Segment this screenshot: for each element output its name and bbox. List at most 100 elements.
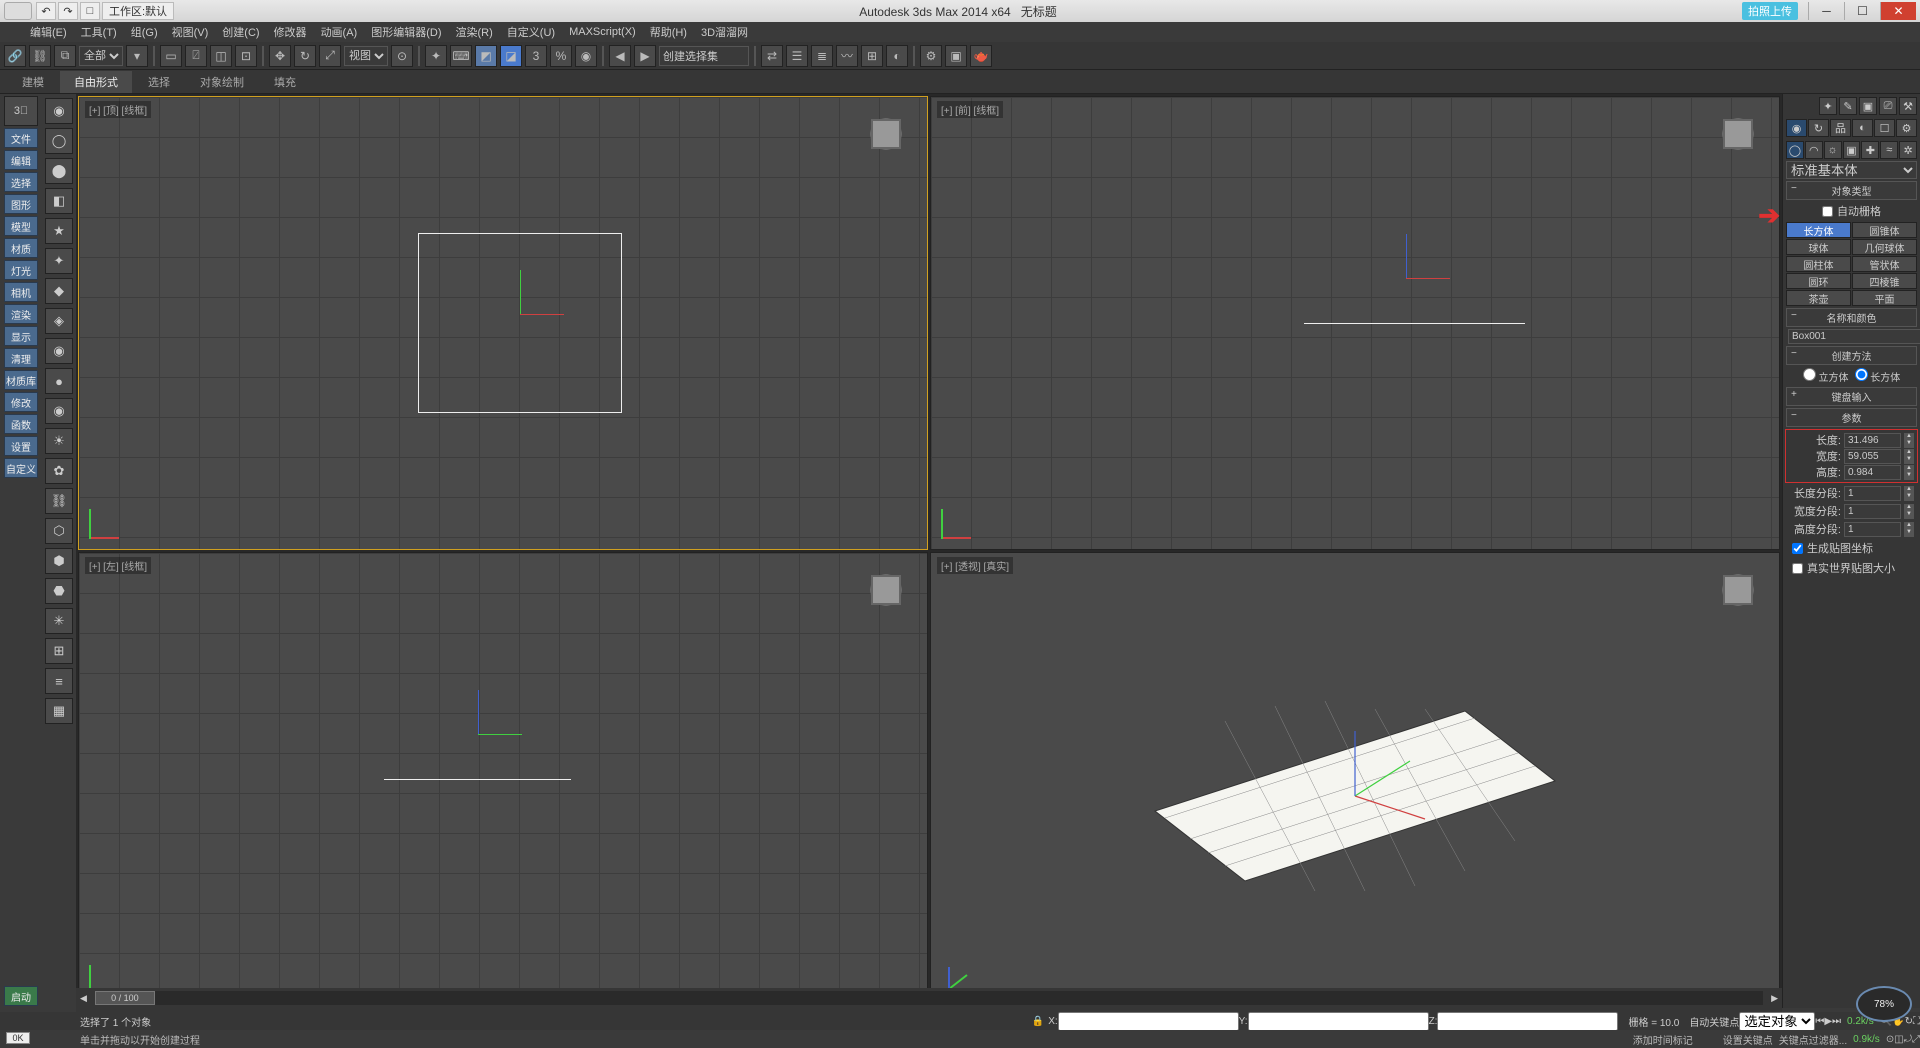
- tool-icon[interactable]: ⬤: [45, 158, 73, 184]
- nav-minmax-icon[interactable]: ⤢: [1912, 1034, 1920, 1045]
- play-prev-icon[interactable]: ⏮: [1815, 1016, 1824, 1027]
- monitor-icon[interactable]: ⎚: [1879, 97, 1897, 115]
- link-icon[interactable]: 🔗: [4, 45, 26, 67]
- time-thumb[interactable]: 0 / 100: [95, 991, 155, 1005]
- sidebar-display[interactable]: 显示: [4, 326, 38, 346]
- filter-dropdown-icon[interactable]: ▾: [126, 45, 148, 67]
- width-input[interactable]: [1844, 449, 1901, 464]
- menu-maxscript[interactable]: MAXScript(X): [569, 26, 636, 38]
- length-input[interactable]: [1844, 433, 1901, 448]
- sidebar-light[interactable]: 灯光: [4, 260, 38, 280]
- hammer-icon[interactable]: ⚒: [1899, 97, 1917, 115]
- manipulate-icon[interactable]: ✦: [425, 45, 447, 67]
- object-edge[interactable]: [1304, 323, 1524, 324]
- cameras-tab-icon[interactable]: ▣: [1843, 141, 1861, 159]
- menu-create[interactable]: 创建(C): [222, 24, 259, 40]
- close-button[interactable]: ✕: [1880, 2, 1916, 20]
- tube-button[interactable]: 管状体: [1852, 256, 1917, 272]
- geometry-tab-icon[interactable]: ◯: [1786, 141, 1804, 159]
- viewport-label[interactable]: [+] [前] [线框]: [937, 101, 1003, 118]
- tool-icon[interactable]: ★: [45, 218, 73, 244]
- snap-3d-icon[interactable]: ◪: [500, 45, 522, 67]
- play-icon[interactable]: ▶: [1824, 1016, 1832, 1027]
- rollout-object-type[interactable]: 对象类型: [1786, 181, 1917, 200]
- key-target-dropdown[interactable]: 选定对象: [1739, 1012, 1815, 1031]
- real-world-checkbox[interactable]: [1792, 563, 1803, 574]
- tool-icon[interactable]: ◈: [45, 308, 73, 334]
- unlink-icon[interactable]: ⛓: [29, 45, 51, 67]
- tool-icon[interactable]: ⬣: [45, 578, 73, 604]
- systems-tab-icon[interactable]: ✲: [1899, 141, 1917, 159]
- material-editor-icon[interactable]: ◐: [886, 45, 908, 67]
- sidebar-modify[interactable]: 修改: [4, 392, 38, 412]
- nav-max-icon[interactable]: ⛶: [1913, 1016, 1920, 1027]
- sphere-button[interactable]: 球体: [1786, 239, 1851, 255]
- hierarchy-tab-icon[interactable]: 品: [1830, 119, 1851, 137]
- bind-icon[interactable]: ⧉: [54, 45, 76, 67]
- space-warps-tab-icon[interactable]: ≈: [1880, 141, 1898, 159]
- spinner[interactable]: ▲▼: [1904, 433, 1914, 448]
- menu-animation[interactable]: 动画(A): [321, 24, 358, 40]
- modify-tab-icon[interactable]: ↻: [1808, 119, 1829, 137]
- sidebar-file[interactable]: 文件: [4, 128, 38, 148]
- named-selection-input[interactable]: [659, 46, 749, 66]
- viewport-front[interactable]: [+] [前] [线框]: [930, 96, 1780, 550]
- torus-button[interactable]: 圆环: [1786, 273, 1851, 289]
- sidebar-material[interactable]: 材质: [4, 238, 38, 258]
- nav-region-icon[interactable]: ◫: [1894, 1034, 1903, 1045]
- height-input[interactable]: [1844, 465, 1901, 480]
- play-next-icon[interactable]: ⏭: [1832, 1016, 1841, 1027]
- viewport-perspective[interactable]: [+] [透视] [真实]: [930, 552, 1780, 1006]
- undo-icon[interactable]: ↶: [36, 2, 56, 20]
- tab-selection[interactable]: 选择: [134, 71, 184, 93]
- sidebar-render[interactable]: 渲染: [4, 304, 38, 324]
- tool-icon[interactable]: ◆: [45, 278, 73, 304]
- nav-orbit-icon[interactable]: ↻: [1905, 1016, 1913, 1027]
- nav-walk-icon[interactable]: ⤾: [1904, 1034, 1912, 1045]
- spinner-snap-icon[interactable]: ◉: [575, 45, 597, 67]
- rollout-name-color[interactable]: 名称和颜色: [1786, 308, 1917, 327]
- plane-button[interactable]: 平面: [1852, 290, 1917, 306]
- hseg-input[interactable]: [1844, 522, 1901, 537]
- render-icon[interactable]: 🫖: [970, 45, 992, 67]
- object-box[interactable]: [1145, 691, 1565, 921]
- upload-button[interactable]: 拍照上传: [1742, 2, 1798, 20]
- brush-icon[interactable]: ✎: [1839, 97, 1857, 115]
- keyfilter-button[interactable]: 关键点过滤器...: [1779, 1032, 1847, 1047]
- sidebar-start[interactable]: 启动: [4, 986, 38, 1006]
- time-slider[interactable]: ◀ 0 / 100 ▶: [76, 988, 1782, 1008]
- lights-tab-icon[interactable]: ☼: [1824, 141, 1842, 159]
- viewcube-icon[interactable]: [859, 563, 913, 617]
- object-edge[interactable]: [384, 779, 571, 780]
- method-cube-radio[interactable]: 立方体: [1803, 368, 1849, 384]
- tool-icon[interactable]: ◧: [45, 188, 73, 214]
- qat-button[interactable]: □: [80, 2, 100, 20]
- add-time-tag[interactable]: 添加时间标记: [1633, 1032, 1693, 1047]
- sidebar-settings[interactable]: 设置: [4, 436, 38, 456]
- tab-freeform[interactable]: 自由形式: [60, 71, 132, 93]
- named-sel-next-icon[interactable]: ▶: [634, 45, 656, 67]
- auto-grid-checkbox[interactable]: [1822, 206, 1833, 217]
- geosphere-button[interactable]: 几何球体: [1852, 239, 1917, 255]
- schematic-icon[interactable]: ⊞: [861, 45, 883, 67]
- x-input[interactable]: [1058, 1012, 1239, 1031]
- viewport-top[interactable]: [+] [顶] [线框]: [78, 96, 928, 550]
- sidebar-select[interactable]: 选择: [4, 172, 38, 192]
- minimize-button[interactable]: ─: [1808, 2, 1844, 20]
- sidebar-model[interactable]: 模型: [4, 216, 38, 236]
- create-tab-icon[interactable]: ◉: [1786, 119, 1807, 137]
- menu-group[interactable]: 组(G): [131, 24, 158, 40]
- select-region-icon[interactable]: ◫: [210, 45, 232, 67]
- named-sel-prev-icon[interactable]: ◀: [609, 45, 631, 67]
- menu-customize[interactable]: 自定义(U): [507, 24, 555, 40]
- align-icon[interactable]: ☰: [786, 45, 808, 67]
- lseg-input[interactable]: [1844, 486, 1901, 501]
- rollout-parameters[interactable]: 参数: [1786, 408, 1917, 427]
- spinner[interactable]: ▲▼: [1904, 465, 1914, 480]
- shapes-tab-icon[interactable]: ◠: [1805, 141, 1823, 159]
- display-tab-icon[interactable]: ☐: [1874, 119, 1895, 137]
- tool-icon[interactable]: ●: [45, 368, 73, 394]
- curve-editor-icon[interactable]: 〰: [836, 45, 858, 67]
- sidebar-edit[interactable]: 编辑: [4, 150, 38, 170]
- tool-icon[interactable]: ▦: [45, 698, 73, 724]
